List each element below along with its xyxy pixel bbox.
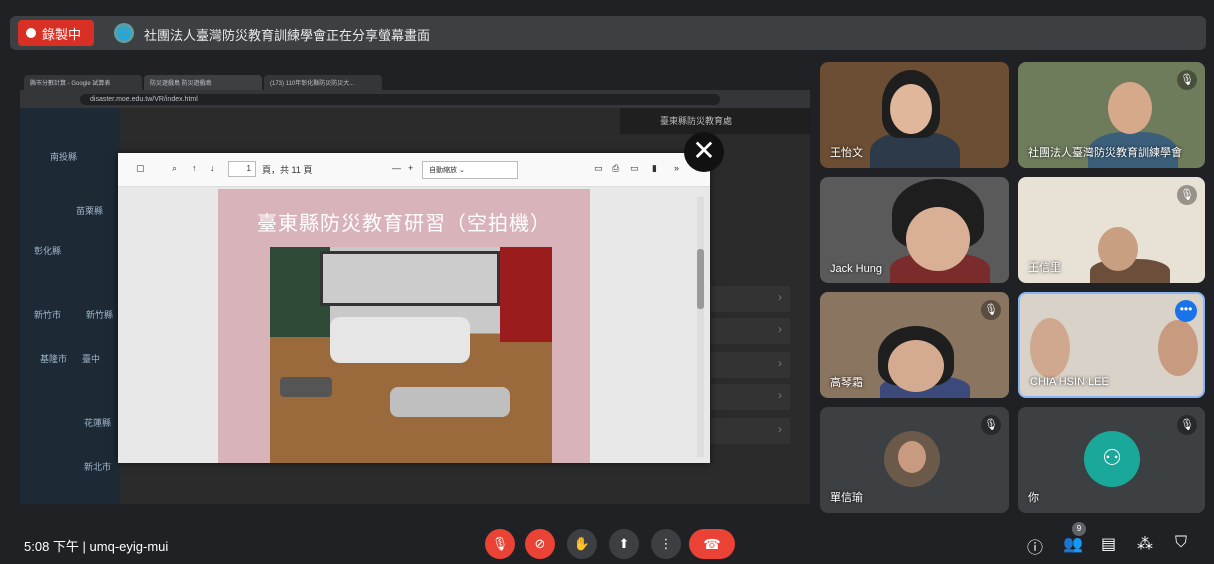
zoom-select[interactable]: 自動縮放 ⌄ [422,161,518,179]
browser-tab: (173) 110年彰化縣防災防災大... [264,75,382,90]
participant-tile[interactable]: 🎙 王信里 [1018,177,1205,283]
scroll-thumb[interactable] [697,249,704,309]
mic-off-icon: 🎙 [981,300,1001,320]
hang-up-button[interactable]: ☎ [689,529,735,559]
present-screen-icon[interactable]: ⬆ [609,529,639,559]
search-icon[interactable]: ⌕ [172,163,177,174]
taiwan-map: 南投縣 苗栗縣 彰化縣 新竹市 新竹縣 基隆市 臺中 花蓮縣 新北市 [20,108,120,504]
chat-icon[interactable]: ▤ [1101,534,1116,554]
participant-name: 王怡文 [830,147,863,159]
separator: | [82,539,90,554]
participant-tile[interactable]: ••• CHIA HSIN LEE [1018,292,1205,398]
slide-title: 臺東縣防災教育研習（空拍機） [257,213,551,235]
pdf-toolbar: ▢ ⌕ ↑ ↓ 1 頁，共 11 頁 — + 自動縮放 ⌄ ▭ ⎙ ▭ ▮ » [118,153,710,187]
mic-off-icon: 🎙 [1177,70,1197,90]
participant-face [888,340,944,392]
map-label: 花蓮縣 [84,418,112,428]
participant-face [1108,82,1152,134]
recording-badge[interactable]: 錄製中 [18,20,94,46]
participant-face [1158,320,1198,376]
participant-face [1098,227,1138,271]
activities-icon[interactable]: ⁂ [1137,534,1153,554]
meeting-details-icon[interactable]: ⓘ [1027,534,1043,558]
map-label: 臺中 [82,354,101,364]
drone-large [330,317,470,363]
more-tools-icon[interactable]: » [674,163,679,173]
browser-address-bar: disaster.moe.edu.tw/VR/index.html [20,90,810,108]
zoom-value: 自動縮放 [429,167,457,174]
map-label: 新北市 [84,462,112,472]
meeting-info: 5:08 下午 | umq-eyig-mui [24,536,168,555]
sidebar-toggle-icon[interactable]: ▢ [136,163,145,174]
map-label: 苗栗縣 [76,206,104,216]
map-label: 新竹市 [34,310,62,320]
browser-tab-strip: 縣市分數計算 - Google 試算表 防災遊戲島 防災遊戲島 (173) 11… [20,72,810,90]
participant-tile[interactable]: 王怡文 [820,62,1009,168]
tv-screen [320,251,500,306]
pdf-slide: 臺東縣防災教育研習（空拍機） [218,189,590,463]
drone-photo [270,247,552,463]
bookmark-icon[interactable]: ▮ [652,163,657,174]
people-icon[interactable]: 👥 [1063,534,1083,554]
remote-controller [280,377,332,397]
sharing-banner: 錄製中 🌐 社團法人臺灣防災教育訓練學會正在分享螢幕畫面 [10,16,1206,50]
panel-title: 臺東縣防災教育處 [620,108,810,134]
drone-small [390,387,510,417]
participant-tile-self[interactable]: ⚇ 🎙 你 [1018,407,1205,513]
participant-name: 社團法人臺灣防災教育訓練學會 [1028,147,1182,159]
zoom-in-icon[interactable]: + [408,163,413,173]
mic-off-icon: 🎙 [981,415,1001,435]
participant-tile[interactable]: 🎙 高琴霜 [820,292,1009,398]
recording-label: 錄製中 [42,26,82,42]
map-label: 彰化縣 [34,246,62,256]
browser-tab: 防災遊戲島 防災遊戲島 [144,75,262,90]
participant-name: 你 [1028,492,1039,504]
pdf-page-area: 臺東縣防災教育研習（空拍機） [118,187,710,463]
presenter-avatar-icon: 🌐 [114,23,134,43]
camera-off-icon[interactable]: ⊘ [525,529,555,559]
participant-face [906,207,970,271]
meeting-code: umq-eyig-mui [89,539,169,554]
participant-tile[interactable]: 🎙 社團法人臺灣防災教育訓練學會 [1018,62,1205,168]
pdf-scrollbar[interactable] [697,197,704,457]
browser-tab: 縣市分數計算 - Google 試算表 [24,75,142,90]
mic-off-icon: 🎙 [1177,185,1197,205]
participant-name: Jack Hung [830,263,882,275]
participant-name: 高琴霜 [830,377,863,389]
url-text: disaster.moe.edu.tw/VR/index.html [80,93,720,105]
share-message: 社團法人臺灣防災教育訓練學會正在分享螢幕畫面 [144,28,431,43]
prev-page-icon[interactable]: ↑ [192,163,197,173]
save-icon[interactable]: ▭ [630,163,639,174]
participant-name: CHIA HSIN LEE [1030,376,1109,388]
participant-name: 單信瑜 [830,492,863,504]
pdf-viewer: ▢ ⌕ ↑ ↓ 1 頁，共 11 頁 — + 自動縮放 ⌄ ▭ ⎙ ▭ ▮ » … [118,153,710,463]
participant-face [898,441,926,473]
map-label: 新竹縣 [86,310,114,320]
participant-face [1030,318,1070,378]
participant-avatar [884,431,940,487]
zoom-out-icon[interactable]: — [392,163,401,173]
more-options-icon[interactable]: ••• [1175,300,1197,322]
participant-face [890,84,932,134]
next-page-icon[interactable]: ↓ [210,163,215,173]
open-file-icon[interactable]: ▭ [594,163,603,174]
page-total-label: 頁，共 11 頁 [262,165,313,175]
participant-name: 王信里 [1028,262,1061,274]
print-icon[interactable]: ⎙ [612,163,619,174]
participant-tile[interactable]: Jack Hung [820,177,1009,283]
map-label: 南投縣 [50,152,78,162]
mic-off-icon: 🎙 [1177,415,1197,435]
mic-off-icon[interactable]: 🎙 [485,529,515,559]
participant-tile[interactable]: 🎙 單信瑜 [820,407,1009,513]
raise-hand-icon[interactable]: ✋ [567,529,597,559]
page-number-input[interactable]: 1 [228,161,256,177]
curtain [500,247,552,342]
meeting-time: 5:08 下午 [24,539,79,554]
participant-avatar: ⚇ [1084,431,1140,487]
record-dot-icon [26,28,36,38]
more-options-icon[interactable]: ⋮ [651,529,681,559]
close-icon[interactable]: ✕ [684,132,724,172]
map-label: 基隆市 [40,354,68,364]
host-controls-icon[interactable]: ⛉ [1175,534,1187,552]
